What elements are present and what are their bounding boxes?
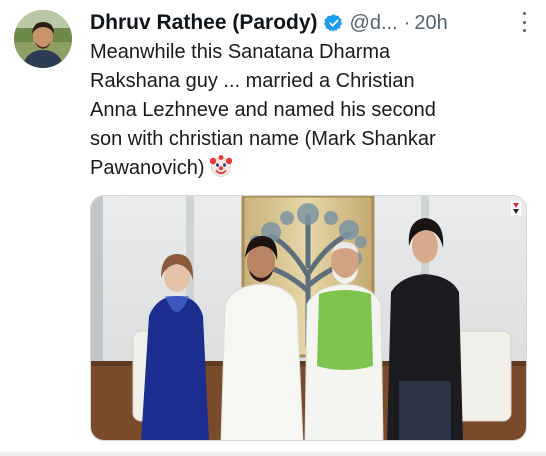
clown-face-icon [209, 154, 233, 187]
tweet-text-line: Anna Lezhneve and named his second [90, 99, 436, 121]
photo-image [91, 196, 526, 440]
tweet-header: Dhruv Rathee (Parody) @d... · 20h [90, 8, 532, 38]
verified-badge-icon [323, 13, 344, 33]
author-avatar[interactable] [14, 10, 72, 68]
tweet-text-line: Pawanovich) [90, 157, 205, 179]
tweet-text-line: son with christian name (Mark Shankar [90, 128, 436, 150]
tweet-text: Meanwhile this Sanatana Dharma Rakshana … [90, 38, 510, 187]
tweet-text-last-line: Pawanovich) [90, 154, 510, 187]
divider [0, 452, 546, 456]
more-options-icon[interactable] [516, 10, 532, 34]
separator-dot: · [403, 11, 411, 34]
author-name[interactable]: Dhruv Rathee (Parody) [90, 11, 318, 35]
avatar-image [14, 10, 72, 68]
author-handle[interactable]: @d... [350, 12, 398, 35]
tweet-photo[interactable] [90, 195, 527, 441]
tweet-text-line: Rakshana guy ... married a Christian [90, 70, 415, 92]
tweet-timestamp[interactable]: 20h [414, 12, 447, 35]
tweet-text-line: Meanwhile this Sanatana Dharma [90, 41, 391, 63]
